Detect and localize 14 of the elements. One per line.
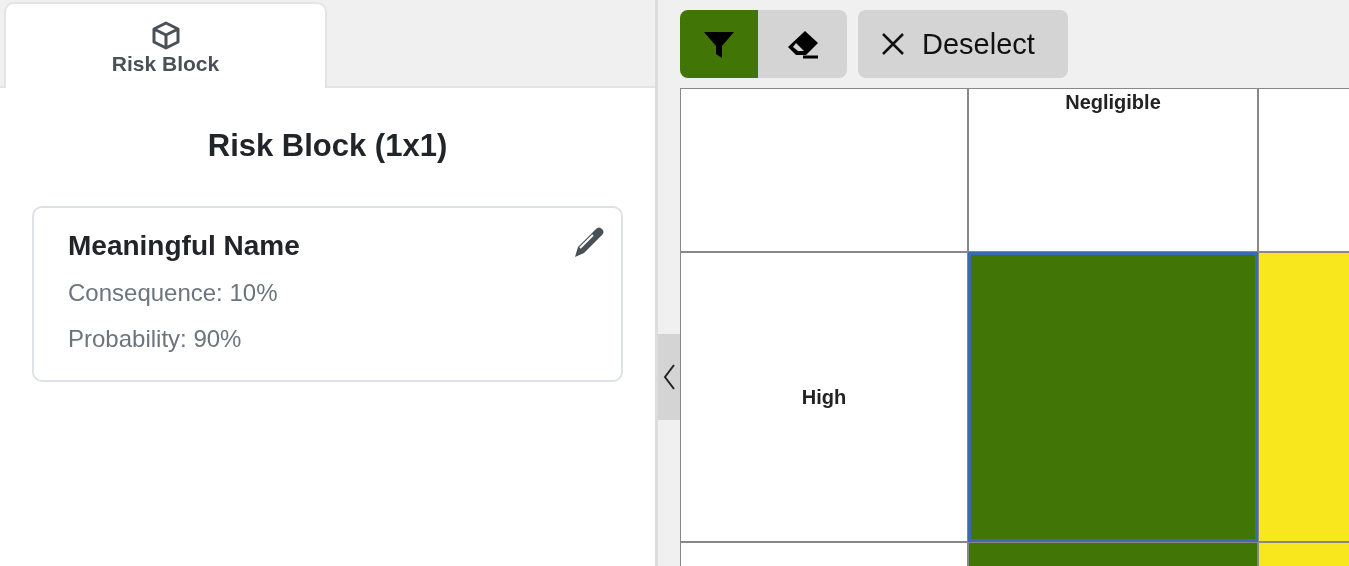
risk-detail: Probability: 90%	[68, 324, 243, 354]
panel-title: Risk Block (1x1)	[206, 128, 449, 164]
deselect-button[interactable]: Deselect	[858, 10, 1068, 78]
chevron-left-icon	[662, 363, 676, 391]
close-icon	[880, 31, 906, 57]
eraser-button[interactable]	[758, 10, 847, 78]
filter-button[interactable]	[680, 10, 758, 78]
column-label: Negligible	[1065, 91, 1161, 114]
risk-cell[interactable]	[968, 252, 1258, 542]
risk-name: Meaningful Name	[68, 230, 301, 262]
risk-detail: Consequence: 10%	[68, 278, 279, 308]
tab[interactable]: Risk Block	[4, 2, 327, 88]
row-label: High	[801, 385, 847, 409]
collapse-handle[interactable]	[658, 334, 680, 420]
